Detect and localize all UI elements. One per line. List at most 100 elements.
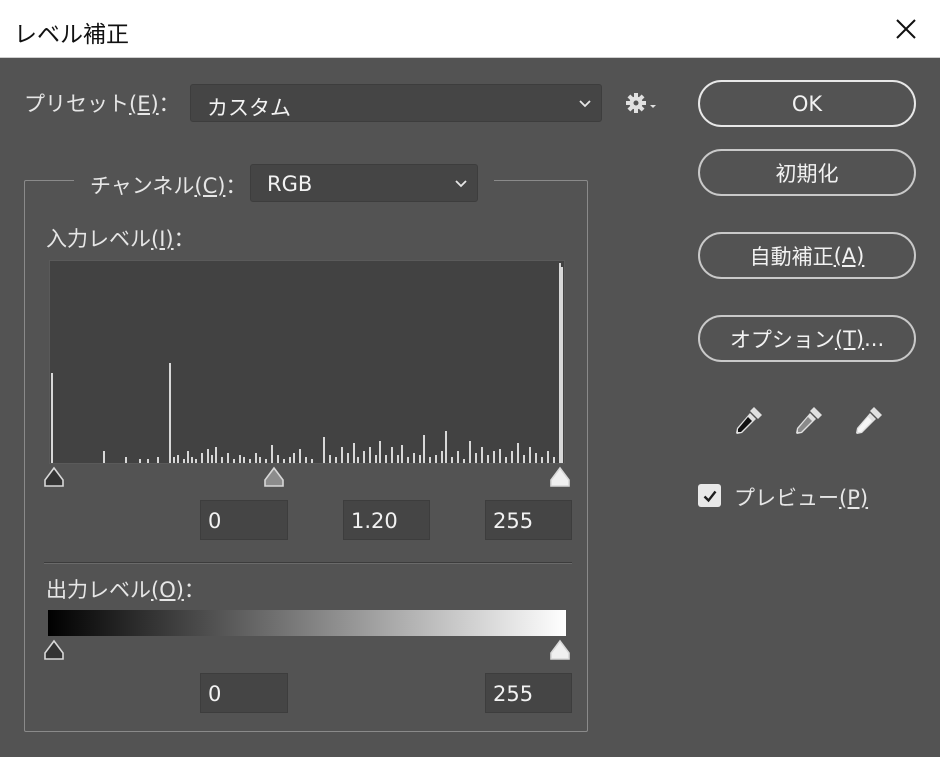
window-title: レベル補正 [14, 22, 129, 48]
separator [44, 562, 572, 564]
histogram-bar [397, 455, 399, 463]
input-gamma-field[interactable]: 1.20 [343, 500, 430, 540]
histogram-bar [413, 453, 415, 463]
histogram-bar [329, 455, 331, 463]
histogram-bar [385, 455, 387, 463]
histogram-bar [441, 451, 443, 463]
output-highlight-slider[interactable] [548, 639, 572, 661]
histogram-bar [363, 451, 365, 463]
output-shadow-field[interactable]: 0 [200, 673, 288, 713]
histogram-bar [211, 455, 213, 463]
preset-label: プリセット(E)： [24, 92, 180, 116]
histogram-bar [103, 451, 105, 463]
histogram-bar [523, 455, 525, 463]
histogram-plot [51, 263, 563, 463]
histogram-bar [469, 441, 471, 463]
input-shadow-slider[interactable] [42, 466, 66, 488]
reset-button[interactable]: 初期化 [698, 149, 916, 196]
histogram-bar [541, 457, 543, 463]
histogram-bar [259, 457, 261, 463]
histogram-bar [435, 455, 437, 463]
input-highlight-slider[interactable] [548, 466, 572, 488]
histogram-bar [177, 455, 179, 463]
histogram-bar [311, 459, 313, 463]
histogram-bar [517, 443, 519, 463]
title-bar: レベル補正 [0, 0, 940, 58]
histogram-bar [173, 457, 175, 463]
histogram-bar [391, 447, 393, 463]
histogram-bar [407, 457, 409, 463]
preset-select[interactable]: カスタム [190, 84, 602, 122]
close-button[interactable] [884, 8, 928, 50]
output-gradient-bar [48, 610, 566, 636]
histogram-bar [347, 453, 349, 463]
histogram-bar [335, 457, 337, 463]
gear-icon[interactable] [624, 91, 660, 115]
levels-dialog: プリセット(E)： カスタム チャンネル(C)： RGB 入力レベル(I)： 0… [0, 58, 940, 757]
close-icon [896, 19, 916, 39]
histogram-bar [559, 263, 561, 463]
histogram-bar [201, 453, 203, 463]
output-highlight-field[interactable]: 255 [485, 673, 572, 713]
black-eyedropper-icon[interactable] [730, 403, 766, 439]
histogram-bar [375, 455, 377, 463]
chevron-down-icon [579, 100, 591, 108]
histogram-bar [215, 447, 217, 463]
histogram-bar [451, 457, 453, 463]
histogram-bar [255, 453, 257, 463]
channel-label: チャンネル(C)： [90, 174, 247, 198]
input-levels-label: 入力レベル(I)： [46, 227, 195, 251]
histogram-bar [125, 457, 127, 463]
histogram-bar [169, 363, 171, 463]
preview-checkbox[interactable] [698, 484, 721, 507]
ok-button[interactable]: OK [698, 80, 916, 127]
histogram-bar [305, 457, 307, 463]
options-button[interactable]: オプション (T)... [698, 315, 916, 362]
histogram-bar [369, 447, 371, 463]
white-eyedropper-icon[interactable] [850, 403, 886, 439]
histogram-bar [233, 459, 235, 463]
histogram-bar [535, 453, 537, 463]
histogram-bar [271, 445, 273, 463]
histogram-bar [561, 267, 563, 463]
histogram-bar [139, 459, 141, 463]
histogram-bar [187, 451, 189, 463]
histogram-bar [51, 373, 53, 463]
histogram-bar [553, 457, 555, 463]
histogram-bar [419, 455, 421, 463]
histogram-bar [505, 457, 507, 463]
histogram-bar [265, 459, 267, 463]
histogram-bar [289, 457, 291, 463]
input-highlight-field[interactable]: 255 [485, 500, 572, 540]
histogram-bar [475, 453, 477, 463]
histogram-bar [423, 435, 425, 463]
checkmark-icon [703, 490, 716, 502]
histogram-bar [457, 451, 459, 463]
histogram-bar [207, 449, 209, 463]
channel-select[interactable]: RGB [250, 164, 478, 202]
histogram-bar [147, 459, 149, 463]
output-shadow-slider[interactable] [42, 639, 66, 661]
input-midtone-slider[interactable] [262, 466, 286, 488]
histogram-bar [481, 447, 483, 463]
preset-value: カスタム [207, 96, 291, 120]
histogram-bar [547, 451, 549, 463]
histogram-bar [511, 451, 513, 463]
histogram-bar [499, 449, 501, 463]
histogram-bar [195, 459, 197, 463]
histogram-bar [299, 449, 301, 463]
histogram-bar [529, 447, 531, 463]
histogram-bar [357, 457, 359, 463]
histogram-bar [487, 455, 489, 463]
histogram-bar [283, 459, 285, 463]
histogram-bar [401, 445, 403, 463]
histogram-bar [277, 455, 279, 463]
histogram-bar [323, 437, 325, 463]
auto-button[interactable]: 自動補正 (A) [698, 232, 916, 279]
histogram [49, 260, 565, 464]
preview-label: プレビュー(P) [734, 486, 869, 510]
input-shadow-field[interactable]: 0 [200, 500, 288, 540]
histogram-bar [341, 447, 343, 463]
gray-eyedropper-icon[interactable] [790, 403, 826, 439]
histogram-bar [353, 443, 355, 463]
